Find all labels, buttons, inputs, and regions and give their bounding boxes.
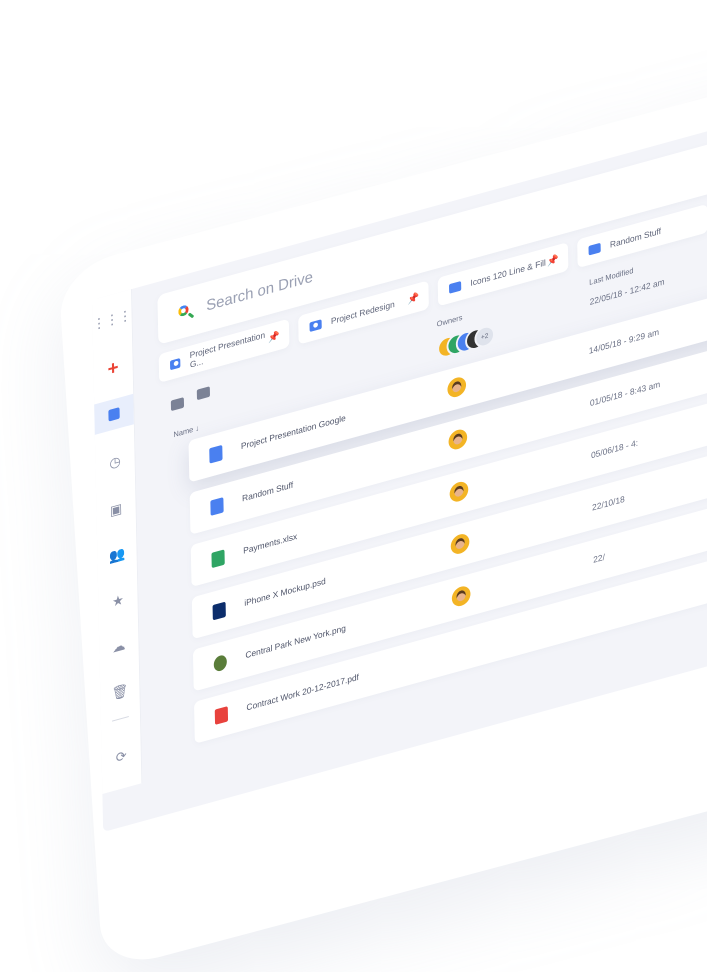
spreadsheet-icon (211, 549, 224, 568)
column-name[interactable]: Name ↓ (173, 424, 199, 440)
shared-folder-icon[interactable] (197, 386, 210, 400)
image-thumbnail-icon (214, 654, 227, 673)
rail-divider (112, 716, 129, 722)
pin-icon: 📌 (408, 292, 420, 306)
folder-icon (210, 497, 223, 516)
shared-folder-icon (209, 445, 222, 464)
quick-access: Project Presentation G... 📌 Project Rede… (159, 354, 160, 383)
chip-label: Project Redesign (331, 299, 395, 326)
folder-icon (588, 243, 600, 256)
modified-date: 14/05/18 - 9:29 am (589, 327, 659, 356)
folder-icon (449, 281, 461, 294)
search-placeholder: Search on Drive (206, 269, 313, 315)
chip-label: Project Presentation G... (190, 329, 269, 370)
file-name: Contract Work 20-12-2017.pdf (246, 672, 359, 712)
new-plus-icon[interactable]: + (93, 348, 133, 389)
new-folder-icon[interactable] (171, 397, 184, 411)
shared-drive-icon[interactable]: ▣ (96, 489, 136, 530)
modified-date: 22/ (593, 552, 605, 565)
chip-label: Random Stuff (610, 226, 661, 249)
modified-date: 05/06/18 - 4: (591, 438, 638, 460)
modified-date: 22/10/18 (592, 494, 625, 512)
modified-date: 01/05/18 - 8:43 am (590, 379, 660, 408)
search-icon (178, 303, 193, 322)
avatar (452, 584, 471, 608)
shared-folder-icon (309, 319, 321, 332)
pin-icon: 📌 (547, 254, 559, 268)
file-name: Random Stuff (242, 480, 293, 503)
apps-grid-icon[interactable]: ⋮⋮⋮ (92, 299, 132, 340)
avatar (449, 480, 468, 504)
search-bar[interactable]: Search on Drive (157, 76, 707, 345)
sync-icon[interactable]: ⟳ (101, 736, 141, 777)
shared-folder-icon (170, 358, 181, 370)
starred-icon[interactable]: ★ (98, 580, 138, 621)
device-mockup: ⋮⋮⋮ + ◷ ▣ 👥 ★ ☁ 🗑 ⟳ Search on Drive Proj… (0, 0, 707, 906)
avatar (451, 532, 470, 556)
file-name: iPhone X Mockup.psd (244, 576, 326, 608)
recent-clock-icon[interactable]: ◷ (95, 441, 135, 482)
trash-icon[interactable]: 🗑 (100, 671, 140, 712)
cloud-icon[interactable]: ☁ (99, 626, 139, 667)
column-last-modified[interactable]: Last Modified (589, 266, 633, 287)
chip-label: Icons 120 Line & Fill (470, 258, 546, 288)
my-drive-icon[interactable] (94, 394, 134, 435)
pin-icon: 📌 (268, 330, 280, 344)
file-name: Central Park New York.png (245, 623, 346, 660)
avatar (448, 427, 467, 451)
shared-with-me-icon[interactable]: 👥 (97, 534, 137, 575)
column-owners: Owners (437, 313, 463, 329)
psd-file-icon (213, 602, 226, 621)
file-name: Project Presentation Google (241, 413, 346, 451)
pdf-file-icon (215, 706, 228, 725)
avatar (447, 375, 466, 399)
file-name: Payments.xlsx (243, 531, 297, 555)
